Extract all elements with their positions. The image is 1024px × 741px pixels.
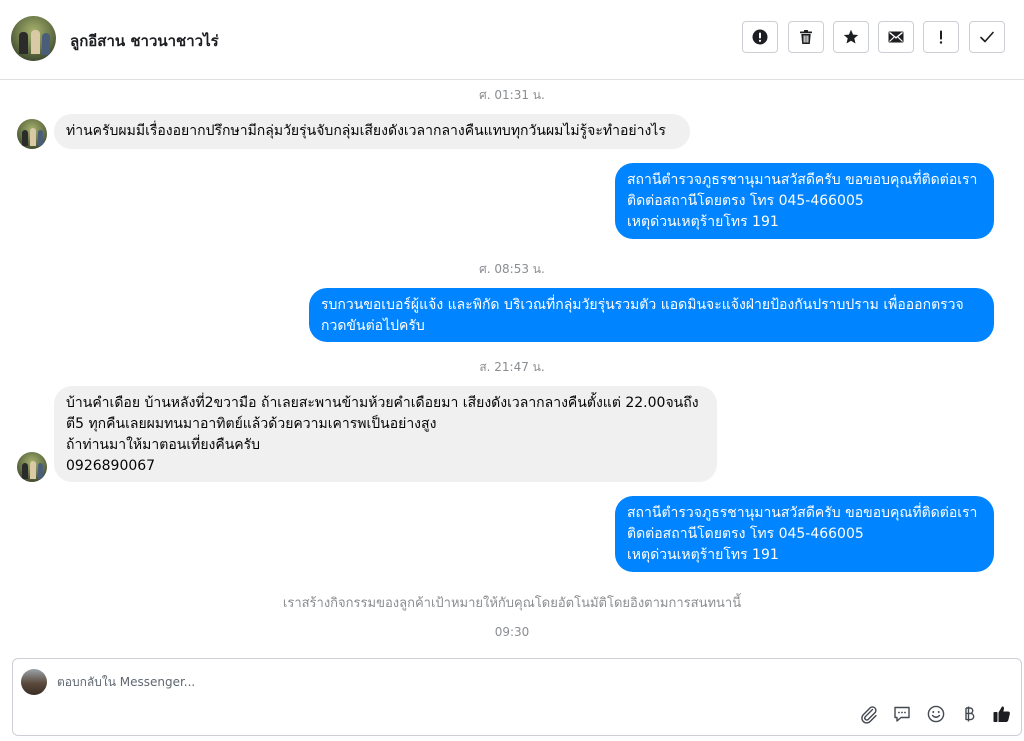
- timestamp-separator: ศ. 08:53 น.: [479, 262, 545, 276]
- sender-avatar[interactable]: [17, 452, 47, 482]
- timestamp-separator: 09:30: [494, 625, 530, 639]
- contact-name[interactable]: ลูกอีสาน ชาวนาชาวไร่: [70, 29, 219, 53]
- emoji-icon: [927, 705, 945, 723]
- envelope-icon: [888, 31, 904, 43]
- sender-avatar[interactable]: [17, 119, 47, 149]
- auto-activity-note: เราสร้างกิจกรรมของลูกค้าเป้าหมายให้กับคุ…: [282, 596, 742, 611]
- mark-unread-button[interactable]: [878, 21, 914, 53]
- incoming-message[interactable]: บ้านคำเดือย บ้านหลังที่2ขวามือ ถ้าเลยสะพ…: [54, 386, 717, 482]
- follow-up-button[interactable]: [923, 21, 959, 53]
- timestamp-separator: ส. 21:47 น.: [479, 360, 545, 374]
- exclamation-icon: [939, 30, 943, 44]
- outgoing-message[interactable]: รบกวนขอเบอร์ผู้แจ้ง และพิกัด บริเวณที่กล…: [309, 288, 994, 342]
- baht-icon: [965, 706, 975, 722]
- paperclip-icon: [861, 706, 877, 724]
- payment-button[interactable]: [958, 703, 980, 725]
- star-button[interactable]: [833, 21, 869, 53]
- alert-circle-icon: [752, 29, 768, 45]
- saved-replies-button[interactable]: [891, 703, 913, 725]
- mark-done-button[interactable]: [969, 21, 1005, 53]
- star-icon: [843, 29, 859, 44]
- trash-icon: [800, 30, 812, 44]
- saved-reply-icon: [894, 706, 910, 722]
- outgoing-message[interactable]: สถานีตำรวจภูธรชานุมานสวัสดีครับ ขอขอบคุณ…: [615, 496, 994, 572]
- conversation-header: ลูกอีสาน ชาวนาชาวไร่: [0, 0, 1024, 80]
- delete-button[interactable]: [788, 21, 824, 53]
- incoming-message[interactable]: ท่านครับผมมีเรื่องอยากปรึกษามีกลุ่มวัยรุ…: [54, 114, 690, 149]
- contact-avatar[interactable]: [11, 16, 56, 61]
- attach-button[interactable]: [858, 703, 880, 725]
- page-avatar: [21, 669, 47, 695]
- thumbs-up-icon: [993, 706, 1010, 722]
- reply-input[interactable]: [57, 671, 837, 693]
- reply-composer: [12, 658, 1022, 736]
- emoji-button[interactable]: [925, 703, 947, 725]
- check-icon: [980, 31, 994, 43]
- timestamp-separator: ศ. 01:31 น.: [479, 88, 545, 102]
- outgoing-message[interactable]: สถานีตำรวจภูธรชานุมานสวัสดีครับ ขอขอบคุณ…: [615, 163, 994, 239]
- mark-spam-button[interactable]: [742, 21, 778, 53]
- like-button[interactable]: [991, 703, 1013, 725]
